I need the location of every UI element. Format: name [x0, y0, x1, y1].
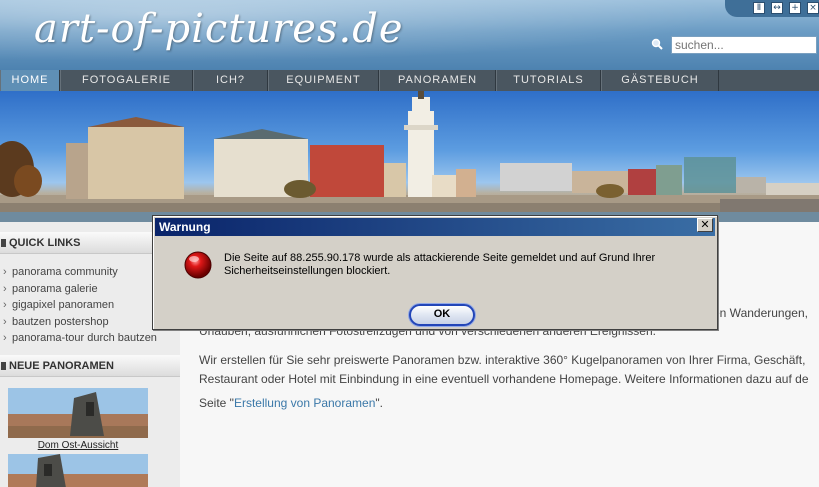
- erstellung-link[interactable]: Erstellung von Panoramen: [234, 396, 375, 410]
- content-text-prefix: Seite ": [199, 396, 234, 410]
- red-stop-icon: [184, 251, 212, 279]
- nav-item-home[interactable]: HOME: [0, 70, 60, 91]
- quick-link-item[interactable]: panorama-tour durch bautzen: [0, 330, 180, 347]
- main-navigation: HOME FOTOGALERIE ICH? EQUIPMENT PANORAME…: [0, 70, 819, 91]
- close-icon[interactable]: ×: [807, 2, 819, 14]
- nav-item-gaestebuch[interactable]: GÄSTEBUCH: [601, 70, 719, 91]
- ok-button[interactable]: OK: [409, 304, 475, 326]
- content-text-suffix: ".: [375, 396, 383, 410]
- site-logo[interactable]: art-of-pictures.de: [34, 6, 403, 52]
- content-text-line: Wir erstellen für Sie sehr preiswerte Pa…: [199, 353, 806, 367]
- warning-dialog: Warnung ✕ Die Seite auf 88.255.90.178 wu…: [152, 215, 718, 330]
- window-controls: Ⅱ ↔ + ×: [725, 0, 819, 17]
- plus-icon[interactable]: +: [789, 2, 801, 14]
- nav-item-panoramen[interactable]: PANORAMEN: [379, 70, 496, 91]
- new-panoramas-heading: NEUE PANORAMEN: [0, 355, 180, 377]
- close-icon[interactable]: ✕: [697, 218, 713, 232]
- search-input[interactable]: [671, 36, 817, 54]
- nav-item-tutorials[interactable]: TUTORIALS: [496, 70, 601, 91]
- panorama-banner-image: [0, 91, 819, 222]
- panorama-caption[interactable]: Dom Ost-Aussicht: [8, 440, 148, 451]
- panorama-thumbnail[interactable]: [8, 388, 148, 438]
- nav-item-fotogalerie[interactable]: FOTOGALERIE: [60, 70, 193, 91]
- panorama-thumbnail-image: [8, 388, 148, 438]
- nav-filler: [719, 70, 819, 91]
- content-text-line: Seite "Erstellung von Panoramen".: [199, 394, 819, 413]
- content-text-line: en Wanderungen,: [713, 306, 808, 320]
- nav-item-ich[interactable]: ICH?: [193, 70, 268, 91]
- dialog-title[interactable]: Warnung: [155, 218, 715, 236]
- nav-item-equipment[interactable]: EQUIPMENT: [268, 70, 379, 91]
- content-text-line: Restaurant oder Hotel mit Einbindung in …: [199, 372, 809, 386]
- pause-icon[interactable]: Ⅱ: [753, 2, 765, 14]
- search-icon[interactable]: [651, 38, 663, 50]
- panorama-thumbnail[interactable]: [8, 454, 148, 487]
- resize-icon[interactable]: ↔: [771, 2, 783, 14]
- dialog-message: Die Seite auf 88.255.90.178 wurde als at…: [224, 252, 656, 277]
- panorama-thumbnail-image: [8, 454, 148, 487]
- site-header: art-of-pictures.de Ⅱ ↔ + ×: [0, 0, 819, 70]
- new-panoramas-list: Dom Ost-Aussicht: [8, 388, 148, 487]
- panorama-banner: [0, 91, 819, 222]
